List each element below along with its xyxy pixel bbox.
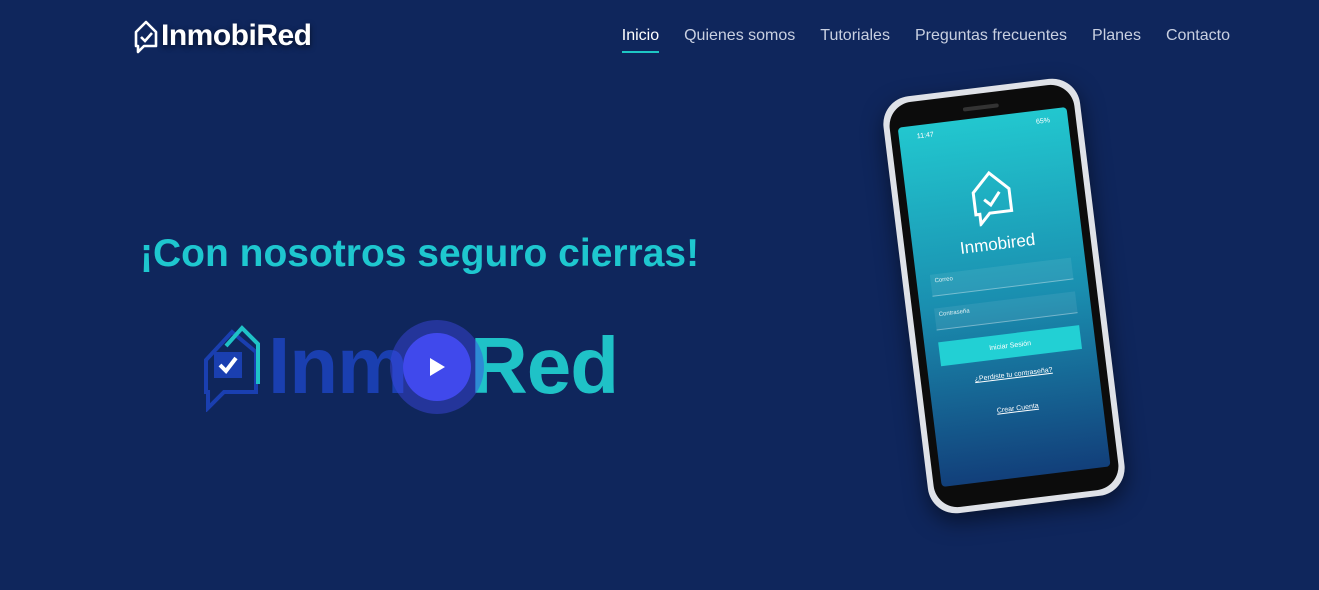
site-logo[interactable]: InmobiRed xyxy=(133,18,312,54)
play-button[interactable] xyxy=(403,333,471,401)
nav-planes[interactable]: Planes xyxy=(1092,27,1141,53)
play-icon xyxy=(430,358,445,376)
nav-quienes-somos[interactable]: Quienes somos xyxy=(684,27,795,53)
house-chat-check-icon xyxy=(204,325,260,412)
phone-status-bar: 11:47 65% xyxy=(917,117,1051,140)
login-button: Iniciar Sesión xyxy=(938,325,1083,367)
house-chat-check-icon xyxy=(134,20,158,54)
phone-status-time: 11:47 xyxy=(916,131,935,141)
email-field: Correo xyxy=(929,257,1074,297)
create-account-link: Crear Cuenta xyxy=(996,402,1040,415)
play-button-ring xyxy=(390,320,484,414)
site-logo-text: InmobiRed xyxy=(161,19,312,52)
phone-mockup: 11:47 65% Inmobired Correo Contraseña In… xyxy=(880,75,1128,517)
nav-contacto[interactable]: Contacto xyxy=(1166,27,1230,53)
phone-speaker xyxy=(962,103,999,112)
phone-status-battery: 65% xyxy=(1035,117,1051,126)
nav-inicio[interactable]: Inicio xyxy=(621,27,660,53)
main-nav: Inicio Quienes somos Tutoriales Pregunta… xyxy=(621,27,1230,53)
app-logo-icon xyxy=(971,170,1014,228)
forgot-password-link: ¿Perdiste tu contraseña? xyxy=(974,366,1053,384)
phone-bezel: 11:47 65% Inmobired Correo Contraseña In… xyxy=(886,82,1122,510)
password-field: Contraseña xyxy=(934,291,1078,331)
video-wordmark-part2: Red xyxy=(470,321,619,410)
nav-preguntas-frecuentes[interactable]: Preguntas frecuentes xyxy=(915,27,1067,53)
phone-screen: 11:47 65% Inmobired Correo Contraseña In… xyxy=(897,106,1111,488)
nav-tutoriales[interactable]: Tutoriales xyxy=(820,27,890,53)
hero-headline: ¡Con nosotros seguro cierras! xyxy=(140,232,700,275)
